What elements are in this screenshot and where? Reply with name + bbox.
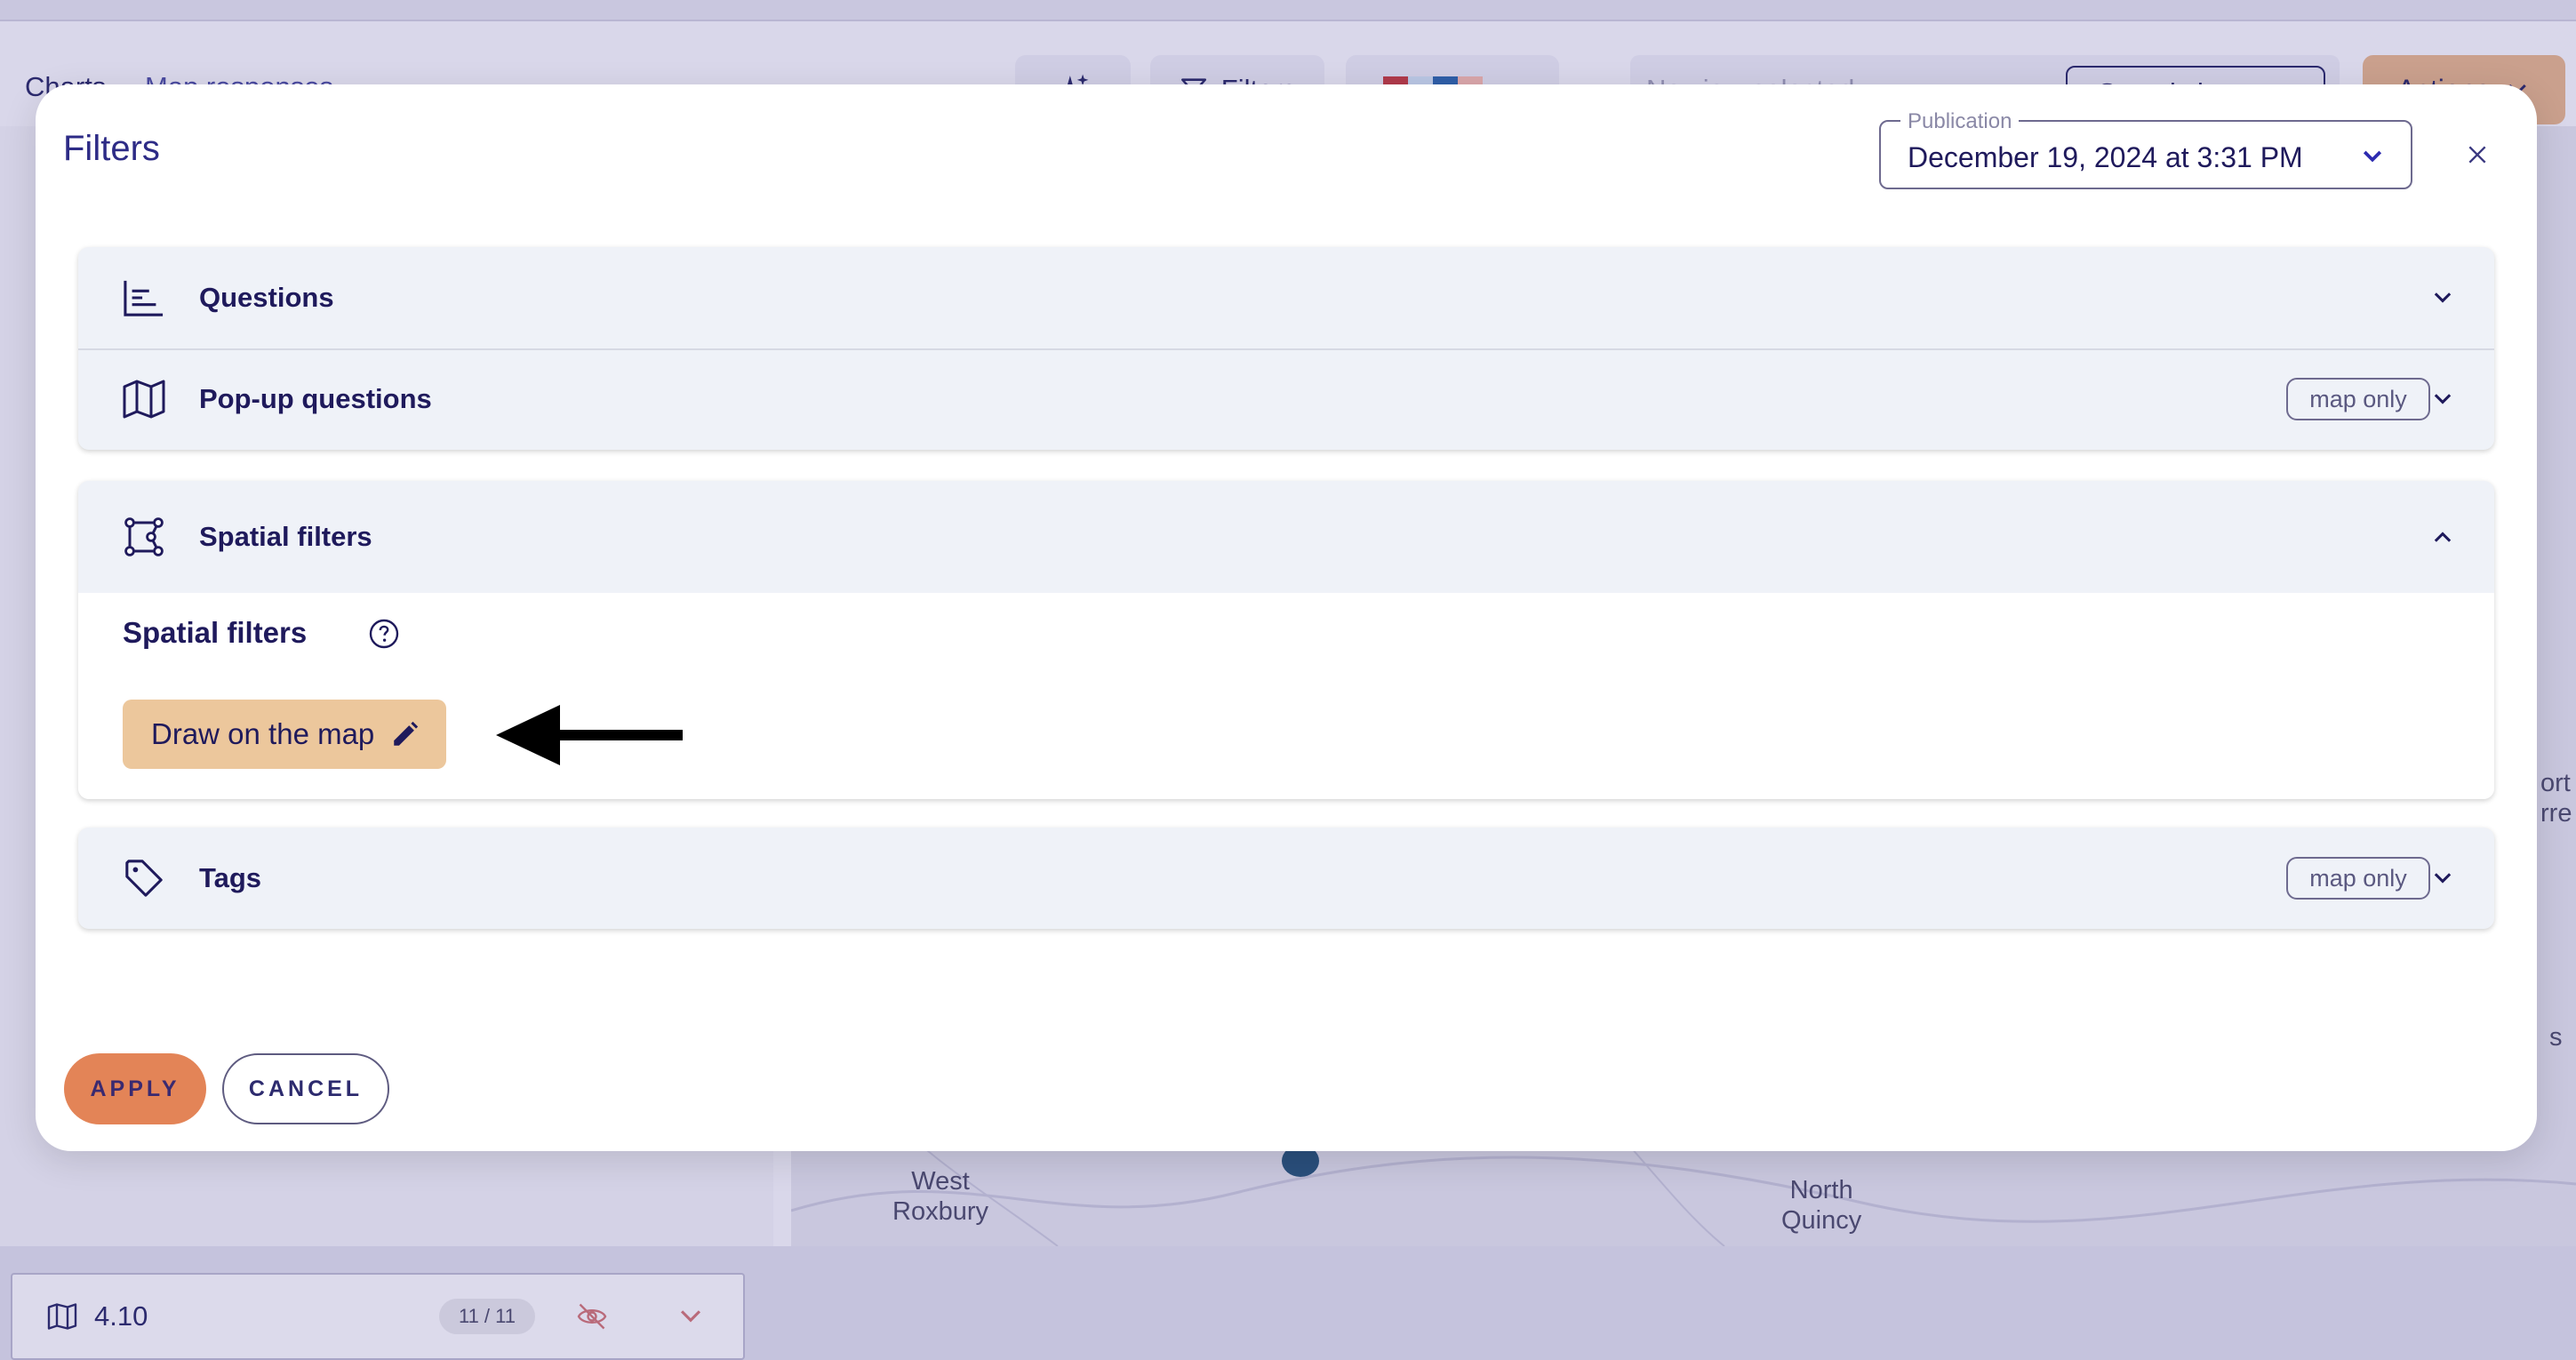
chevron-down-icon[interactable] [676, 1301, 706, 1332]
close-icon [2468, 146, 2486, 164]
sidebar-question-number: 4.10 [94, 1300, 148, 1332]
cancel-button[interactable]: CANCEL [222, 1053, 389, 1124]
questions-panel: Questions Pop-up questions map only [78, 247, 2494, 450]
publication-select[interactable]: Publication December 19, 2024 at 3:31 PM [1879, 109, 2412, 189]
section-tags[interactable]: Tags map only [78, 828, 2494, 929]
tag-icon [121, 855, 167, 901]
top-strip [0, 0, 2576, 21]
map-label-partial-2: rre [2540, 799, 2572, 828]
spatial-filters-heading: Spatial filters [123, 616, 308, 649]
section-questions-label: Questions [199, 282, 334, 313]
response-count-badge: 11 / 11 [439, 1299, 535, 1334]
map-only-badge: map only [2286, 857, 2430, 900]
map-label-partial-1: ort [2540, 769, 2571, 797]
spatial-filters-panel: Spatial filters Spatial filters Draw on … [78, 481, 2494, 799]
map-icon [121, 376, 167, 422]
map-label-north-quincy: North Quincy [1781, 1176, 1862, 1235]
pencil-icon [394, 721, 419, 746]
filters-modal: Filters Publication December 19, 2024 at… [36, 84, 2537, 1151]
chevron-up-icon [2425, 519, 2460, 555]
spatial-filters-body: Spatial filters Draw on the map [78, 593, 2494, 799]
section-spatial-filters[interactable]: Spatial filters [78, 481, 2494, 593]
annotation-arrow-icon [496, 705, 683, 765]
publication-value: December 19, 2024 at 3:31 PM [1908, 141, 2303, 173]
map-label-west-roxbury: West Roxbury [892, 1167, 988, 1226]
draw-on-map-label: Draw on the map [151, 717, 375, 750]
chevron-down-icon [2363, 150, 2382, 163]
chevron-down-icon [2425, 381, 2460, 417]
modal-title: Filters [63, 129, 160, 168]
eye-off-icon[interactable] [572, 1300, 612, 1332]
section-tags-label: Tags [199, 862, 262, 893]
tags-panel: Tags map only [78, 828, 2494, 929]
sidebar-question-row[interactable]: 4.10 11 / 11 [11, 1273, 745, 1360]
close-button[interactable] [2455, 132, 2500, 177]
section-questions[interactable]: Questions [78, 247, 2494, 348]
map-label-partial-3: s [2549, 1023, 2563, 1052]
polygon-icon [121, 514, 167, 560]
map-only-badge: map only [2286, 378, 2430, 420]
chevron-down-icon [2425, 280, 2460, 316]
bar-chart-icon [121, 275, 167, 321]
section-popup-questions[interactable]: Pop-up questions map only [78, 348, 2494, 450]
help-icon[interactable] [368, 618, 400, 650]
draw-on-map-button[interactable]: Draw on the map [123, 700, 446, 769]
apply-button[interactable]: APPLY [64, 1053, 206, 1124]
publication-legend: Publication [1900, 109, 2020, 134]
chevron-down-icon [2425, 860, 2460, 896]
map-icon [47, 1303, 77, 1330]
section-spatial-label: Spatial filters [199, 521, 372, 552]
section-popup-label: Pop-up questions [199, 383, 432, 414]
